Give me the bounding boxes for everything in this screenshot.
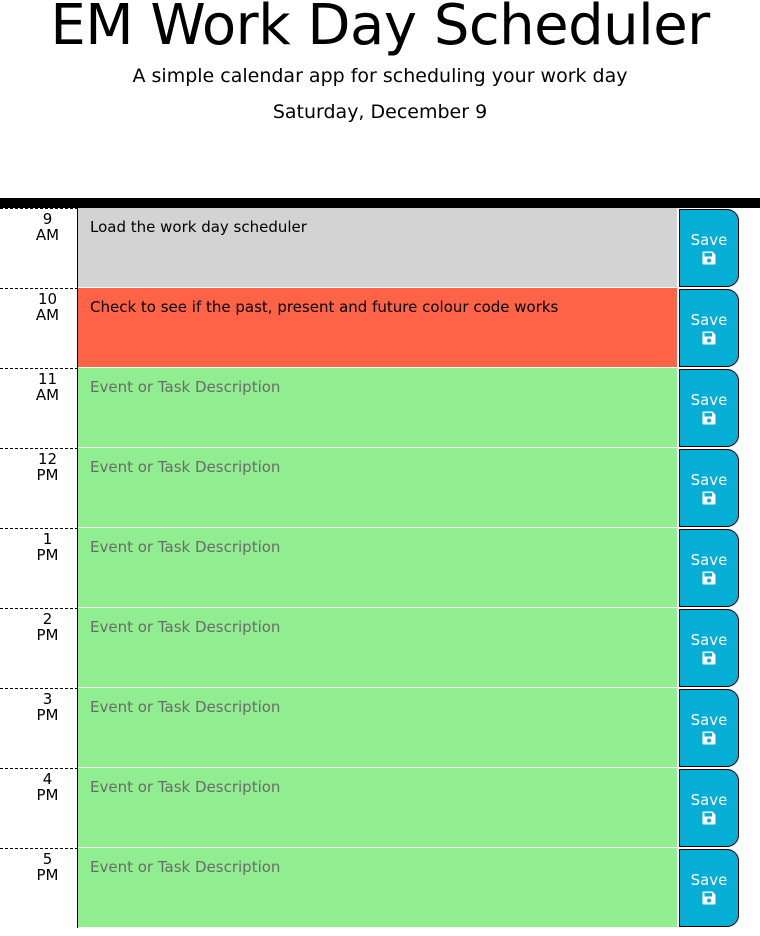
hour-number: 3: [42, 690, 53, 708]
app-title: EM Work Day Scheduler: [50, 0, 710, 58]
hour-period: PM: [36, 786, 59, 804]
floppy-disk-icon: [702, 571, 716, 584]
event-description-input[interactable]: [78, 608, 677, 688]
save-button[interactable]: Save: [679, 289, 739, 367]
hour-period: AM: [35, 386, 60, 404]
hour-number: 4: [42, 770, 53, 788]
hour-number: 12: [37, 450, 58, 468]
event-description-input[interactable]: [78, 368, 677, 448]
hour-label: 3 PM: [0, 688, 78, 768]
event-description-input[interactable]: Check to see if the past, present and fu…: [78, 288, 677, 368]
hour-label: 4 PM: [0, 768, 78, 848]
time-block-list: 9 AM Load the work day scheduler Save 10…: [0, 208, 760, 928]
hour-label: 5 PM: [0, 848, 78, 928]
floppy-disk-icon: [702, 251, 716, 264]
time-block-5pm: 5 PM Save: [0, 848, 760, 928]
hour-label: 11 AM: [0, 368, 78, 448]
save-button[interactable]: Save: [679, 609, 739, 687]
hour-label: 9 AM: [0, 208, 78, 288]
floppy-disk-icon: [702, 731, 716, 744]
hour-label: 2 PM: [0, 608, 78, 688]
save-button-label: Save: [690, 790, 728, 809]
hour-label: 12 PM: [0, 448, 78, 528]
save-button-label: Save: [690, 550, 728, 569]
time-block-9am: 9 AM Load the work day scheduler Save: [0, 208, 760, 288]
floppy-disk-icon: [702, 891, 716, 904]
event-description-input[interactable]: [78, 688, 677, 768]
save-button[interactable]: Save: [679, 769, 739, 847]
event-description-input[interactable]: [78, 768, 677, 848]
page-header: EM Work Day Scheduler A simple calendar …: [0, 0, 760, 198]
save-button-label: Save: [690, 630, 728, 649]
event-description-input[interactable]: Load the work day scheduler: [78, 208, 677, 288]
hour-number: 10: [37, 290, 58, 308]
hour-number: 1: [42, 530, 53, 548]
time-block-3pm: 3 PM Save: [0, 688, 760, 768]
save-button-label: Save: [690, 870, 728, 889]
hour-period: PM: [36, 706, 59, 724]
event-description-input[interactable]: [78, 848, 677, 928]
hour-number: 2: [42, 610, 53, 628]
save-button-label: Save: [690, 710, 728, 729]
hour-number: 11: [37, 370, 58, 388]
save-button[interactable]: Save: [679, 449, 739, 527]
current-day: Saturday, December 9: [272, 101, 488, 123]
event-description-input[interactable]: [78, 528, 677, 608]
hour-period: PM: [36, 466, 59, 484]
hour-period: AM: [35, 306, 60, 324]
hour-number: 9: [42, 210, 53, 228]
time-block-11am: 11 AM Save: [0, 368, 760, 448]
hour-period: PM: [36, 626, 59, 644]
header-divider: [0, 198, 760, 208]
hour-number: 5: [42, 850, 53, 868]
hour-label: 10 AM: [0, 288, 78, 368]
floppy-disk-icon: [702, 491, 716, 504]
time-block-2pm: 2 PM Save: [0, 608, 760, 688]
save-button[interactable]: Save: [679, 369, 739, 447]
hour-period: PM: [36, 866, 59, 884]
app-subtitle: A simple calendar app for scheduling you…: [132, 65, 628, 87]
floppy-disk-icon: [702, 811, 716, 824]
hour-period: PM: [36, 546, 59, 564]
time-block-12pm: 12 PM Save: [0, 448, 760, 528]
floppy-disk-icon: [702, 411, 716, 424]
save-button-label: Save: [690, 390, 728, 409]
floppy-disk-icon: [702, 331, 716, 344]
time-block-1pm: 1 PM Save: [0, 528, 760, 608]
save-button-label: Save: [690, 230, 728, 249]
hour-period: AM: [35, 226, 60, 244]
floppy-disk-icon: [702, 651, 716, 664]
time-block-4pm: 4 PM Save: [0, 768, 760, 848]
save-button-label: Save: [690, 310, 728, 329]
save-button[interactable]: Save: [679, 529, 739, 607]
save-button-label: Save: [690, 470, 728, 489]
save-button[interactable]: Save: [679, 689, 739, 767]
save-button[interactable]: Save: [679, 209, 739, 287]
hour-label: 1 PM: [0, 528, 78, 608]
time-block-10am: 10 AM Check to see if the past, present …: [0, 288, 760, 368]
event-description-input[interactable]: [78, 448, 677, 528]
save-button[interactable]: Save: [679, 849, 739, 927]
